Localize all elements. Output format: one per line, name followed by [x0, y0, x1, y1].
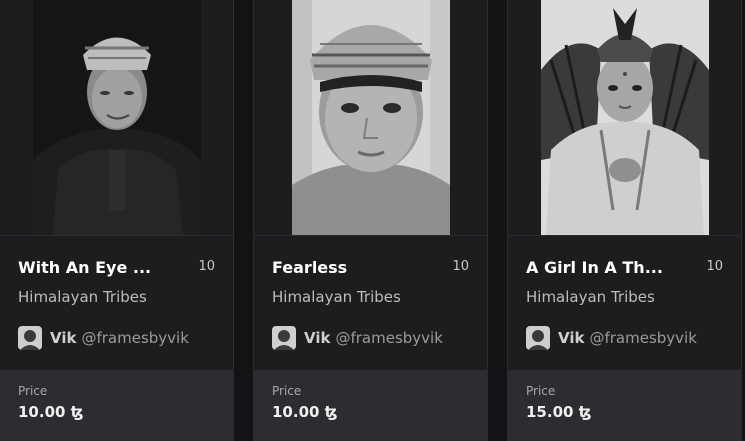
artwork-title[interactable]: A Girl In A Th... [526, 258, 676, 277]
creator-name[interactable]: Vik [304, 329, 330, 347]
avatar [272, 326, 296, 350]
portrait-old-man-image [32, 0, 201, 235]
price-value: 15.00 ꜩ [526, 403, 592, 421]
creator-name[interactable]: Vik [50, 329, 76, 347]
creator-name[interactable]: Vik [558, 329, 584, 347]
collection-name[interactable]: Himalayan Tribes [526, 288, 655, 306]
creator-handle[interactable]: @framesbyvik [335, 329, 442, 347]
artwork-title[interactable]: With An Eye ... [18, 258, 168, 277]
artwork-thumbnail[interactable] [254, 0, 487, 236]
collection-name[interactable]: Himalayan Tribes [18, 288, 147, 306]
creator-info[interactable]: Vik @framesbyvik [526, 326, 697, 350]
price-value: 10.00 ꜩ [18, 403, 84, 421]
edition-count: 10 [452, 259, 469, 274]
price-box: Price 10.00 ꜩ [0, 370, 233, 440]
price-label: Price [526, 384, 556, 398]
artwork-card[interactable]: A Girl In A Th... 10 Himalayan Tribes Vi… [507, 0, 742, 441]
creator-handle[interactable]: @framesbyvik [81, 329, 188, 347]
avatar [18, 326, 42, 350]
artwork-card[interactable]: With An Eye ... 10 Himalayan Tribes Vik … [0, 0, 234, 441]
portrait-girl-image [540, 0, 709, 235]
artwork-thumbnail[interactable] [508, 0, 741, 236]
edition-count: 10 [706, 259, 723, 274]
price-value: 10.00 ꜩ [272, 403, 338, 421]
portrait-boy-image [291, 0, 450, 235]
price-box: Price 15.00 ꜩ [508, 370, 741, 440]
creator-info[interactable]: Vik @framesbyvik [272, 326, 443, 350]
artwork-thumbnail[interactable] [0, 0, 233, 236]
edition-count: 10 [198, 259, 215, 274]
artwork-card[interactable]: Fearless 10 Himalayan Tribes Vik @frames… [253, 0, 488, 441]
avatar [526, 326, 550, 350]
creator-info[interactable]: Vik @framesbyvik [18, 326, 189, 350]
price-box: Price 10.00 ꜩ [254, 370, 487, 440]
collection-name[interactable]: Himalayan Tribes [272, 288, 401, 306]
artwork-title[interactable]: Fearless [272, 258, 422, 277]
creator-handle[interactable]: @framesbyvik [589, 329, 696, 347]
price-label: Price [272, 384, 302, 398]
price-label: Price [18, 384, 48, 398]
